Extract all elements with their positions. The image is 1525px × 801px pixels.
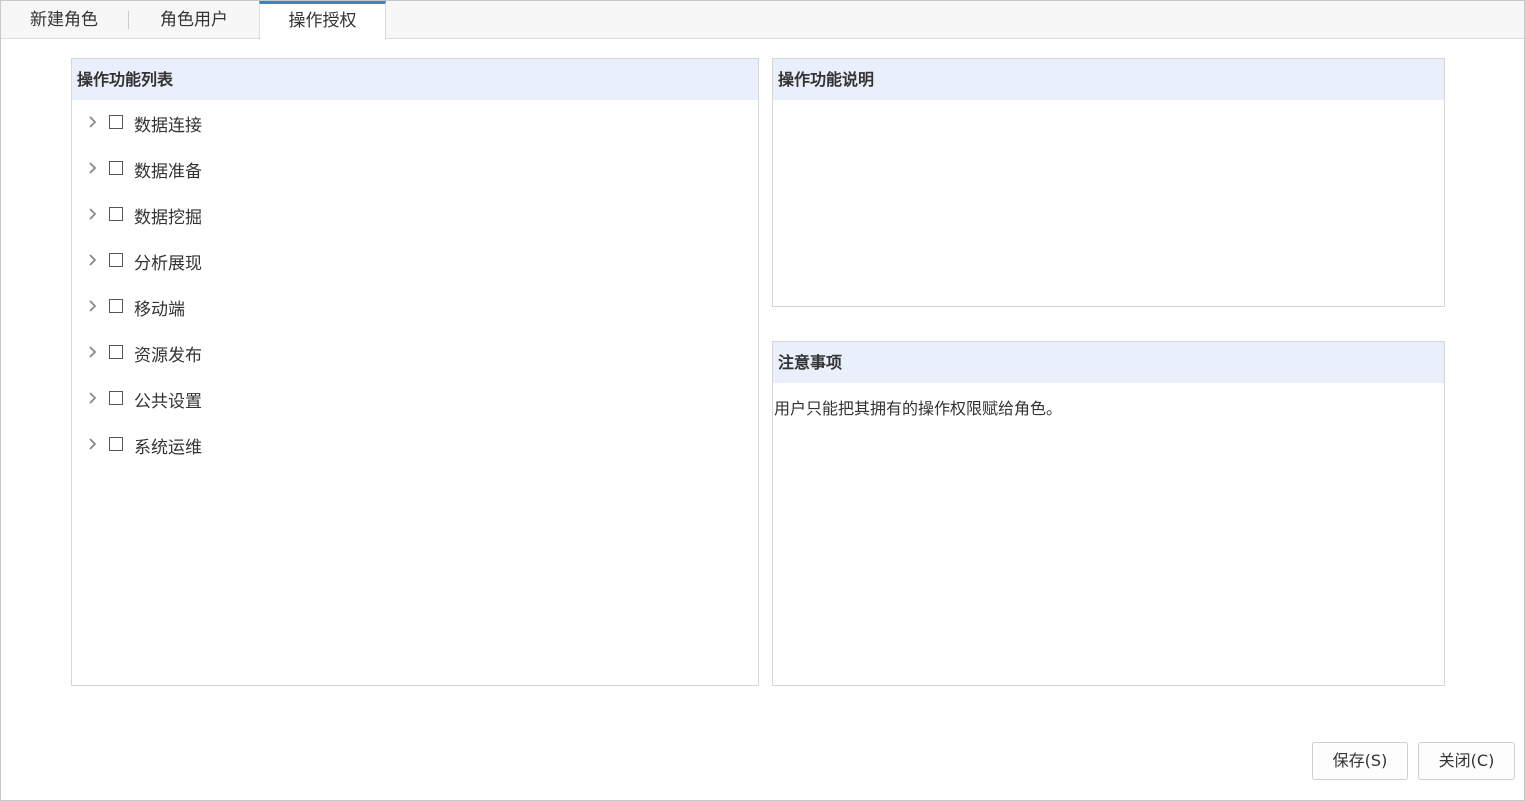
checkbox[interactable] <box>109 207 123 221</box>
tab-bar: 新建角色 角色用户 操作授权 <box>1 1 1524 40</box>
function-description-panel: 操作功能说明 <box>772 58 1445 307</box>
tree-item-label[interactable]: 数据准备 <box>134 157 202 182</box>
chevron-right-icon[interactable] <box>86 297 100 315</box>
chevron-right-icon[interactable] <box>86 251 100 269</box>
checkbox[interactable] <box>109 115 123 129</box>
chevron-right-icon[interactable] <box>86 205 100 223</box>
notes-text: 用户只能把其拥有的操作权限赋给角色。 <box>774 399 1063 418</box>
tab-role-users[interactable]: 角色用户 <box>129 1 259 39</box>
tree-item-label[interactable]: 数据连接 <box>134 111 202 136</box>
notes-title: 注意事项 <box>773 342 1444 383</box>
tree-item-label[interactable]: 公共设置 <box>134 387 202 412</box>
tab-new-role[interactable]: 新建角色 <box>1 1 127 39</box>
tree-item-label[interactable]: 资源发布 <box>134 341 202 366</box>
tree-item[interactable]: 数据挖掘 <box>72 192 758 238</box>
role-authorization-dialog: 新建角色 角色用户 操作授权 操作功能列表 数据连接数据准备数据挖掘分析展现移动… <box>0 0 1525 801</box>
function-tree: 数据连接数据准备数据挖掘分析展现移动端资源发布公共设置系统运维 <box>72 100 758 468</box>
save-button[interactable]: 保存(S) <box>1312 742 1408 780</box>
checkbox[interactable] <box>109 345 123 359</box>
chevron-right-icon[interactable] <box>86 435 100 453</box>
close-button[interactable]: 关闭(C) <box>1418 742 1515 780</box>
chevron-right-icon[interactable] <box>86 113 100 131</box>
tree-item[interactable]: 分析展现 <box>72 238 758 284</box>
tab-operation-authorization[interactable]: 操作授权 <box>259 1 386 40</box>
tree-item[interactable]: 数据连接 <box>72 100 758 146</box>
chevron-right-icon[interactable] <box>86 343 100 361</box>
checkbox[interactable] <box>109 161 123 175</box>
tree-item[interactable]: 公共设置 <box>72 376 758 422</box>
function-description-title: 操作功能说明 <box>773 59 1444 100</box>
tree-item[interactable]: 系统运维 <box>72 422 758 468</box>
tree-item-label[interactable]: 分析展现 <box>134 249 202 274</box>
checkbox[interactable] <box>109 253 123 267</box>
tree-item-label[interactable]: 数据挖掘 <box>134 203 202 228</box>
tree-item-label[interactable]: 系统运维 <box>134 433 202 458</box>
checkbox[interactable] <box>109 437 123 451</box>
function-list-title: 操作功能列表 <box>72 59 758 100</box>
checkbox[interactable] <box>109 299 123 313</box>
tree-item[interactable]: 资源发布 <box>72 330 758 376</box>
checkbox[interactable] <box>109 391 123 405</box>
tree-item[interactable]: 数据准备 <box>72 146 758 192</box>
function-list-panel: 操作功能列表 数据连接数据准备数据挖掘分析展现移动端资源发布公共设置系统运维 <box>71 58 759 686</box>
chevron-right-icon[interactable] <box>86 159 100 177</box>
tree-item-label[interactable]: 移动端 <box>134 295 185 320</box>
tree-item[interactable]: 移动端 <box>72 284 758 330</box>
chevron-right-icon[interactable] <box>86 389 100 407</box>
notes-panel: 注意事项 用户只能把其拥有的操作权限赋给角色。 <box>772 341 1445 686</box>
